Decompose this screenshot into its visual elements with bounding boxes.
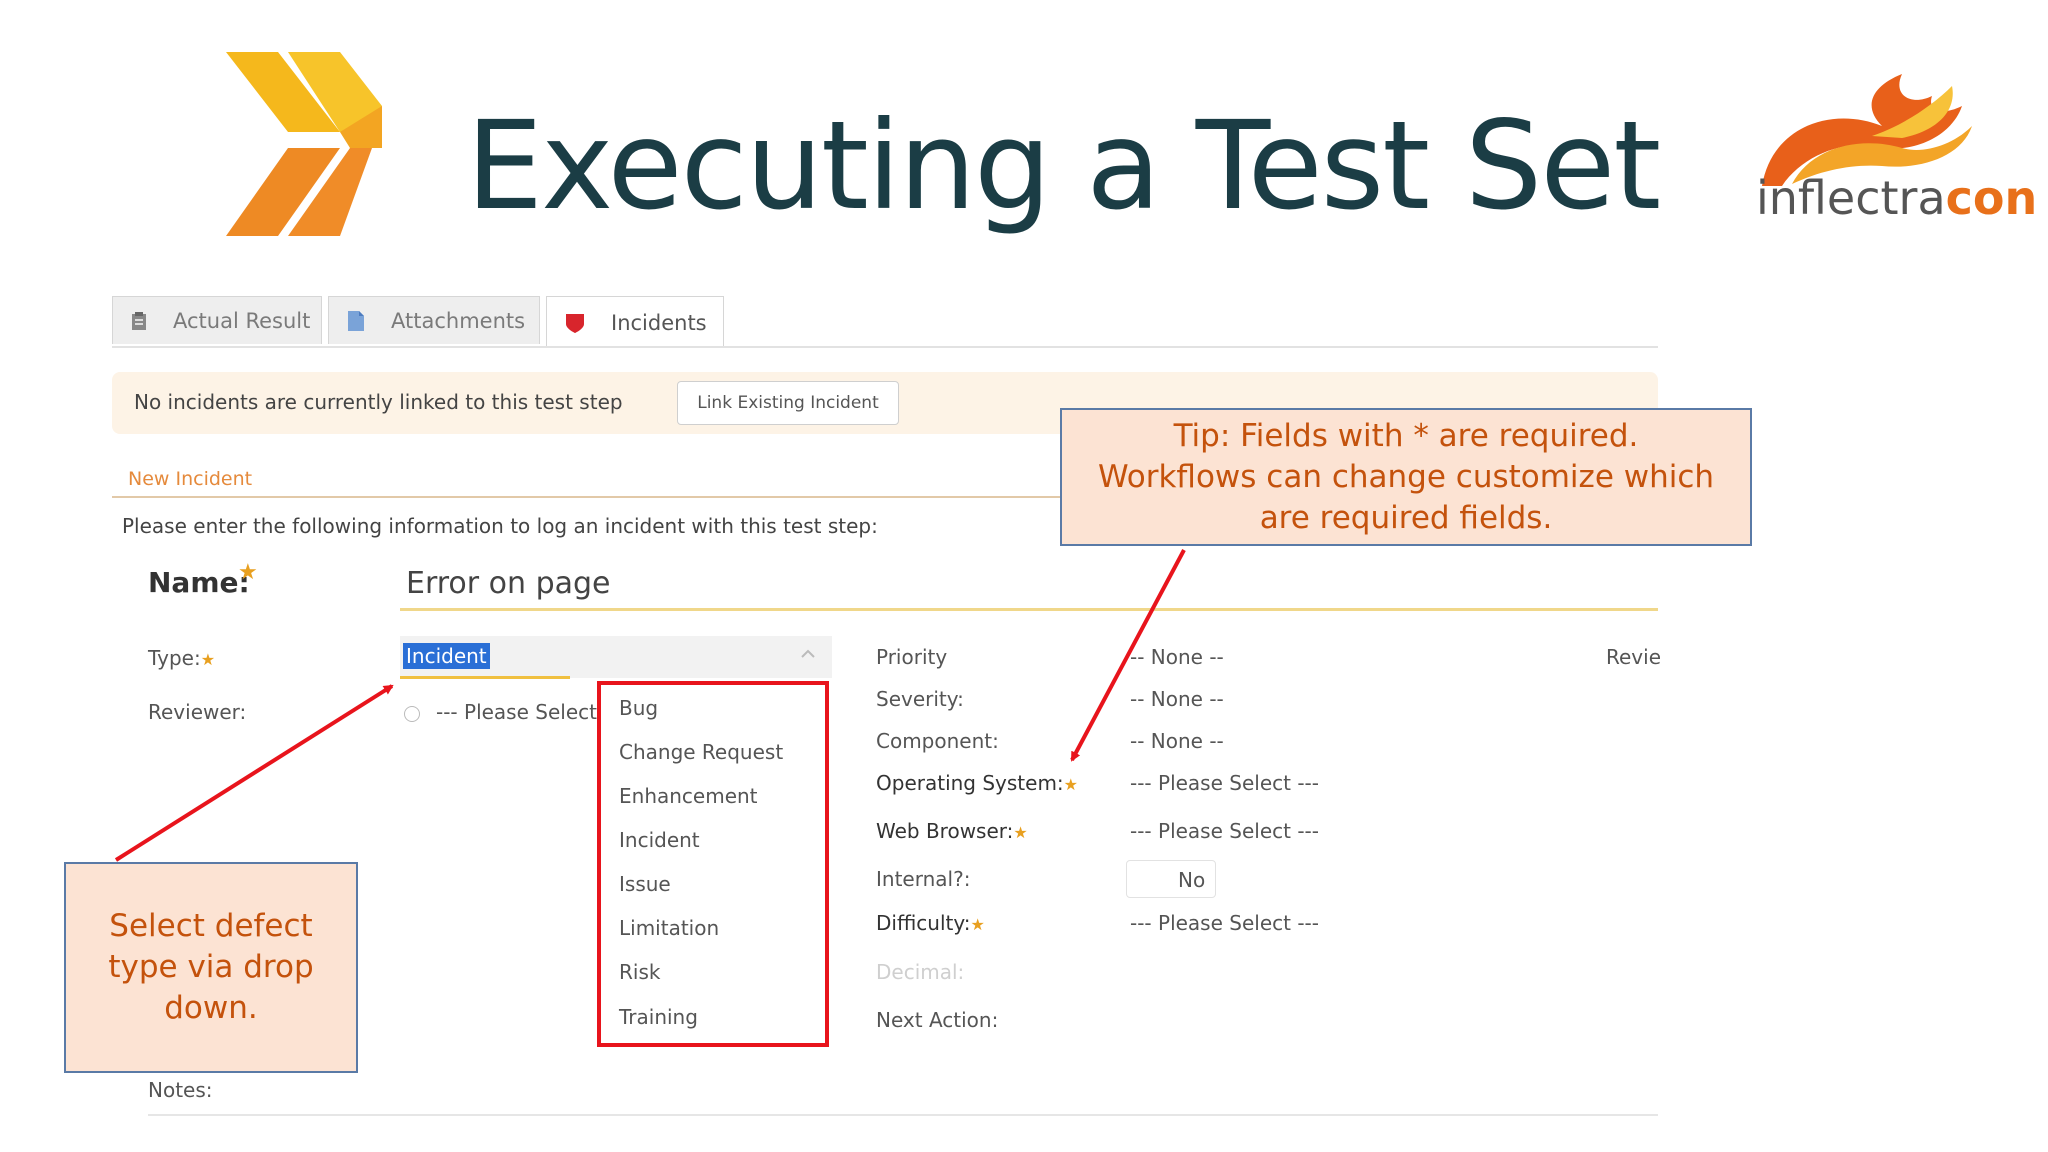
difficulty-label: Difficulty:★ (876, 911, 985, 935)
component-select[interactable]: -- None -- (1130, 729, 1224, 753)
dropdown-option-limitation[interactable]: Limitation (619, 916, 719, 940)
required-star-icon: ★ (200, 650, 216, 669)
next-action-label: Next Action: (876, 1008, 999, 1032)
internal-value: No (1178, 868, 1206, 892)
difficulty-select[interactable]: --- Please Select --- (1130, 911, 1319, 935)
reviewer-select[interactable]: --- Please Select (436, 700, 598, 724)
bug-shield-icon (566, 313, 584, 333)
component-label: Component: (876, 729, 999, 753)
tip-callout: Tip: Fields with * are required. Workflo… (1060, 408, 1752, 546)
dropdown-option-bug[interactable]: Bug (619, 696, 658, 720)
dropdown-option-training[interactable]: Training (619, 1005, 698, 1029)
priority-select[interactable]: -- None -- (1130, 645, 1224, 669)
callout-line: down. (164, 990, 258, 1026)
tip-line: Workflows can change customize which (1097, 458, 1715, 495)
name-input[interactable]: Error on page (406, 566, 611, 601)
decimal-label: Decimal: (876, 960, 965, 984)
type-select-underline (400, 676, 570, 679)
tab-actual-result[interactable]: Actual Result (112, 296, 322, 344)
dropdown-option-change-request[interactable]: Change Request (619, 740, 783, 764)
required-star-icon: ★ (1063, 775, 1079, 794)
operating-system-select[interactable]: --- Please Select --- (1130, 771, 1319, 795)
tab-label: Incidents (611, 310, 707, 335)
chevron-logo-icon (226, 52, 382, 236)
type-selected-value[interactable]: Incident (403, 643, 490, 669)
tab-attachments[interactable]: Attachments (328, 296, 540, 344)
name-input-underline (400, 608, 1658, 611)
slide-title: Executing a Test Set (466, 95, 1661, 237)
notes-divider (148, 1114, 1658, 1116)
priority-label: Priority (876, 645, 948, 669)
link-existing-incident-button[interactable]: Link Existing Incident (677, 381, 899, 425)
new-incident-heading: New Incident (128, 468, 253, 490)
tip-line: Tip: Fields with * are required. (1173, 417, 1639, 454)
dropdown-option-risk[interactable]: Risk (619, 960, 660, 984)
section-divider (112, 496, 1062, 498)
clipboard-icon (132, 311, 146, 330)
internal-label: Internal?: (876, 867, 971, 891)
dropdown-option-issue[interactable]: Issue (619, 872, 671, 896)
tab-label: Actual Result (173, 308, 311, 333)
dropdown-option-enhancement[interactable]: Enhancement (619, 784, 758, 808)
brand-wordmark: inflectracon (1756, 171, 2038, 225)
callout-line: Select defect (109, 908, 313, 944)
reviewer-label: Reviewer: (148, 700, 247, 724)
required-star-icon: ★ (1013, 823, 1028, 842)
web-browser-label: Web Browser:★ (876, 819, 1028, 843)
select-defect-callout: Select defect type via drop down. (64, 862, 358, 1073)
tab-incidents[interactable]: Incidents (546, 296, 724, 348)
severity-label: Severity: (876, 687, 964, 711)
callout-line: type via drop (108, 949, 314, 985)
reviewer-radio[interactable] (404, 706, 420, 722)
required-star-icon: ★ (970, 915, 985, 934)
web-browser-select[interactable]: --- Please Select --- (1130, 819, 1319, 843)
type-label: Type:★ (148, 646, 216, 670)
chevron-up-icon[interactable] (800, 646, 816, 662)
review-label-cut: Revie (1606, 645, 1661, 669)
tab-label: Attachments (391, 308, 526, 333)
notes-label: Notes: (148, 1078, 213, 1102)
tip-line: are required fields. (1259, 499, 1553, 536)
dropdown-option-incident[interactable]: Incident (619, 828, 700, 852)
severity-select[interactable]: -- None -- (1130, 687, 1224, 711)
instructions-text: Please enter the following information t… (122, 514, 878, 538)
type-dropdown-list: Bug Change Request Enhancement Incident … (597, 681, 829, 1047)
document-icon (348, 310, 364, 331)
operating-system-label: Operating System:★ (876, 771, 1079, 795)
tabs-divider (112, 346, 1658, 348)
required-star-icon: ★ (238, 560, 258, 585)
name-label: Name: (148, 566, 250, 599)
no-incidents-message: No incidents are currently linked to thi… (134, 390, 623, 414)
